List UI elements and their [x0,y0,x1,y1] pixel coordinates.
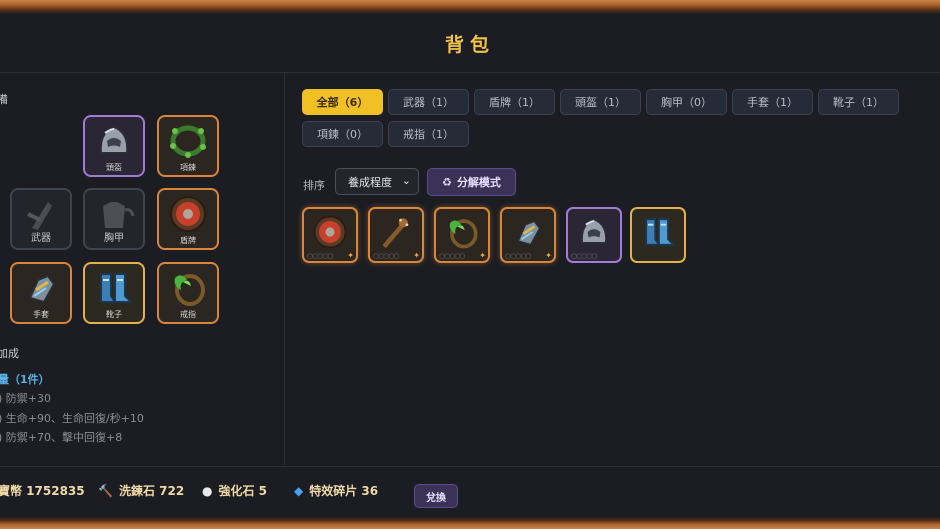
tab-shield[interactable]: 盾牌（1） [474,89,555,115]
tab-boots[interactable]: 靴子（1） [818,89,899,115]
coin-balance: 寶幣 1752835 [0,484,85,498]
ring-icon [165,268,211,308]
sparkle-icon: ✦ [479,251,486,260]
weapon-icon [18,194,64,234]
equip-slot-chest[interactable]: 胸甲 [83,188,145,250]
slot-label: 項鍊 [180,163,196,172]
slot-label: 戒指 [180,310,196,319]
star-rating: ○○○○○ [307,252,334,260]
hammer-icon: 🔨 [98,484,113,498]
equip-slot-shield[interactable]: 盾牌 [157,188,219,250]
sort-value: 養成程度 [348,175,392,189]
club-weapon-icon [375,212,417,252]
equip-slot-necklace[interactable]: 項鍊 [157,115,219,177]
inventory-panel: 全部（6） 武器（1） 盾牌（1） 頭盔（1） 胸甲（0） 手套（1） 靴子（1… [285,73,940,465]
gloves-icon [18,268,64,308]
sparkle-icon: ✦ [545,251,552,260]
equip-slot-boots[interactable]: 靴子 [83,262,145,324]
equip-slot-weapon[interactable]: 武器 [10,188,72,250]
star-rating: ○○○○○ [571,252,598,260]
stone-icon: ● [202,484,213,498]
reroll-stone-count: 🔨 洗鍊石 722 [98,482,184,499]
set-bonus-line: ) 生命+90、生命回復/秒+10 [0,412,144,425]
enhance-stone-count: ● 強化石 5 [202,482,267,499]
inventory-item-boots[interactable] [630,207,686,263]
diamond-icon: ◆ [294,484,304,498]
set-bonus-line: ) 防禦+70、擊中回復+8 [0,431,123,444]
necklace-icon [165,121,211,161]
chest-armor-icon [91,194,137,234]
sort-label: 排序 [303,179,325,192]
frame-bottom-border [0,517,940,529]
star-rating: ○○○○○ [505,252,532,260]
inventory-item-shield[interactable]: ○○○○○ ✦ [302,207,358,263]
slot-label: 胸甲 [104,233,124,244]
sparkle-icon: ✦ [347,251,354,260]
exchange-button[interactable]: 兌換 [414,484,458,508]
chevron-down-icon: ⌄ [401,174,411,187]
helmet-icon [573,212,615,252]
tab-weapon[interactable]: 武器（1） [388,89,469,115]
equipment-header: 備 [0,93,8,106]
sparkle-icon: ✦ [413,251,420,260]
set-bonus-title: 量（1件） [0,373,50,386]
equipment-panel: 備 頭盔 項鍊 武器 胸甲 盾牌 手套 靴子 戒指 加成 量（1件） ) 防禦+… [0,73,285,465]
tab-chest[interactable]: 胸甲（0） [646,89,727,115]
resource-bar: 寶幣 1752835 🔨 洗鍊石 722 ● 強化石 5 ◆ 特效碎片 36 兌換 [0,466,940,518]
tab-helmet[interactable]: 頭盔（1） [560,89,641,115]
slot-label: 手套 [33,310,49,319]
boots-icon [637,212,679,252]
bonus-header: 加成 [0,347,19,360]
tab-all[interactable]: 全部（6） [302,89,383,115]
equip-slot-helmet[interactable]: 頭盔 [83,115,145,177]
inventory-item-ring[interactable]: ○○○○○ ✦ [434,207,490,263]
frame-top-border [0,0,940,14]
recycle-icon: ♻ [442,175,452,189]
slot-label: 頭盔 [106,163,122,172]
enhance-stone-text: 強化石 5 [218,484,268,498]
gloves-icon [507,212,549,252]
star-rating: ○○○○○ [439,252,466,260]
equip-slot-ring[interactable]: 戒指 [157,262,219,324]
star-rating: ○○○○○ [373,252,400,260]
slot-label: 武器 [31,233,51,244]
reroll-stone-text: 洗鍊石 722 [118,484,185,498]
decompose-label: 分解模式 [456,176,501,189]
shield-icon [309,212,351,252]
decompose-mode-button[interactable]: ♻ 分解模式 [427,168,516,196]
effect-shard-count: ◆ 特效碎片 36 [294,482,378,499]
title-bar: 背包 [0,14,940,73]
page-title: 背包 [444,33,495,56]
tab-necklace[interactable]: 項鍊（0） [302,121,383,147]
ring-icon [441,212,483,252]
inventory-item-helmet[interactable]: ○○○○○ [566,207,622,263]
set-bonus-line: ) 防禦+30 [0,392,52,405]
slot-label: 靴子 [106,310,122,319]
inventory-item-gloves[interactable]: ○○○○○ ✦ [500,207,556,263]
helmet-icon [91,121,137,161]
shield-icon [165,194,211,234]
effect-shard-text: 特效碎片 36 [309,484,379,498]
boots-icon [91,268,137,308]
sort-select[interactable]: 養成程度 ⌄ [335,168,419,195]
equip-slot-gloves[interactable]: 手套 [10,262,72,324]
slot-label: 盾牌 [180,236,196,245]
tab-ring[interactable]: 戒指（1） [388,121,469,147]
tab-gloves[interactable]: 手套（1） [732,89,813,115]
inventory-item-club[interactable]: ○○○○○ ✦ [368,207,424,263]
